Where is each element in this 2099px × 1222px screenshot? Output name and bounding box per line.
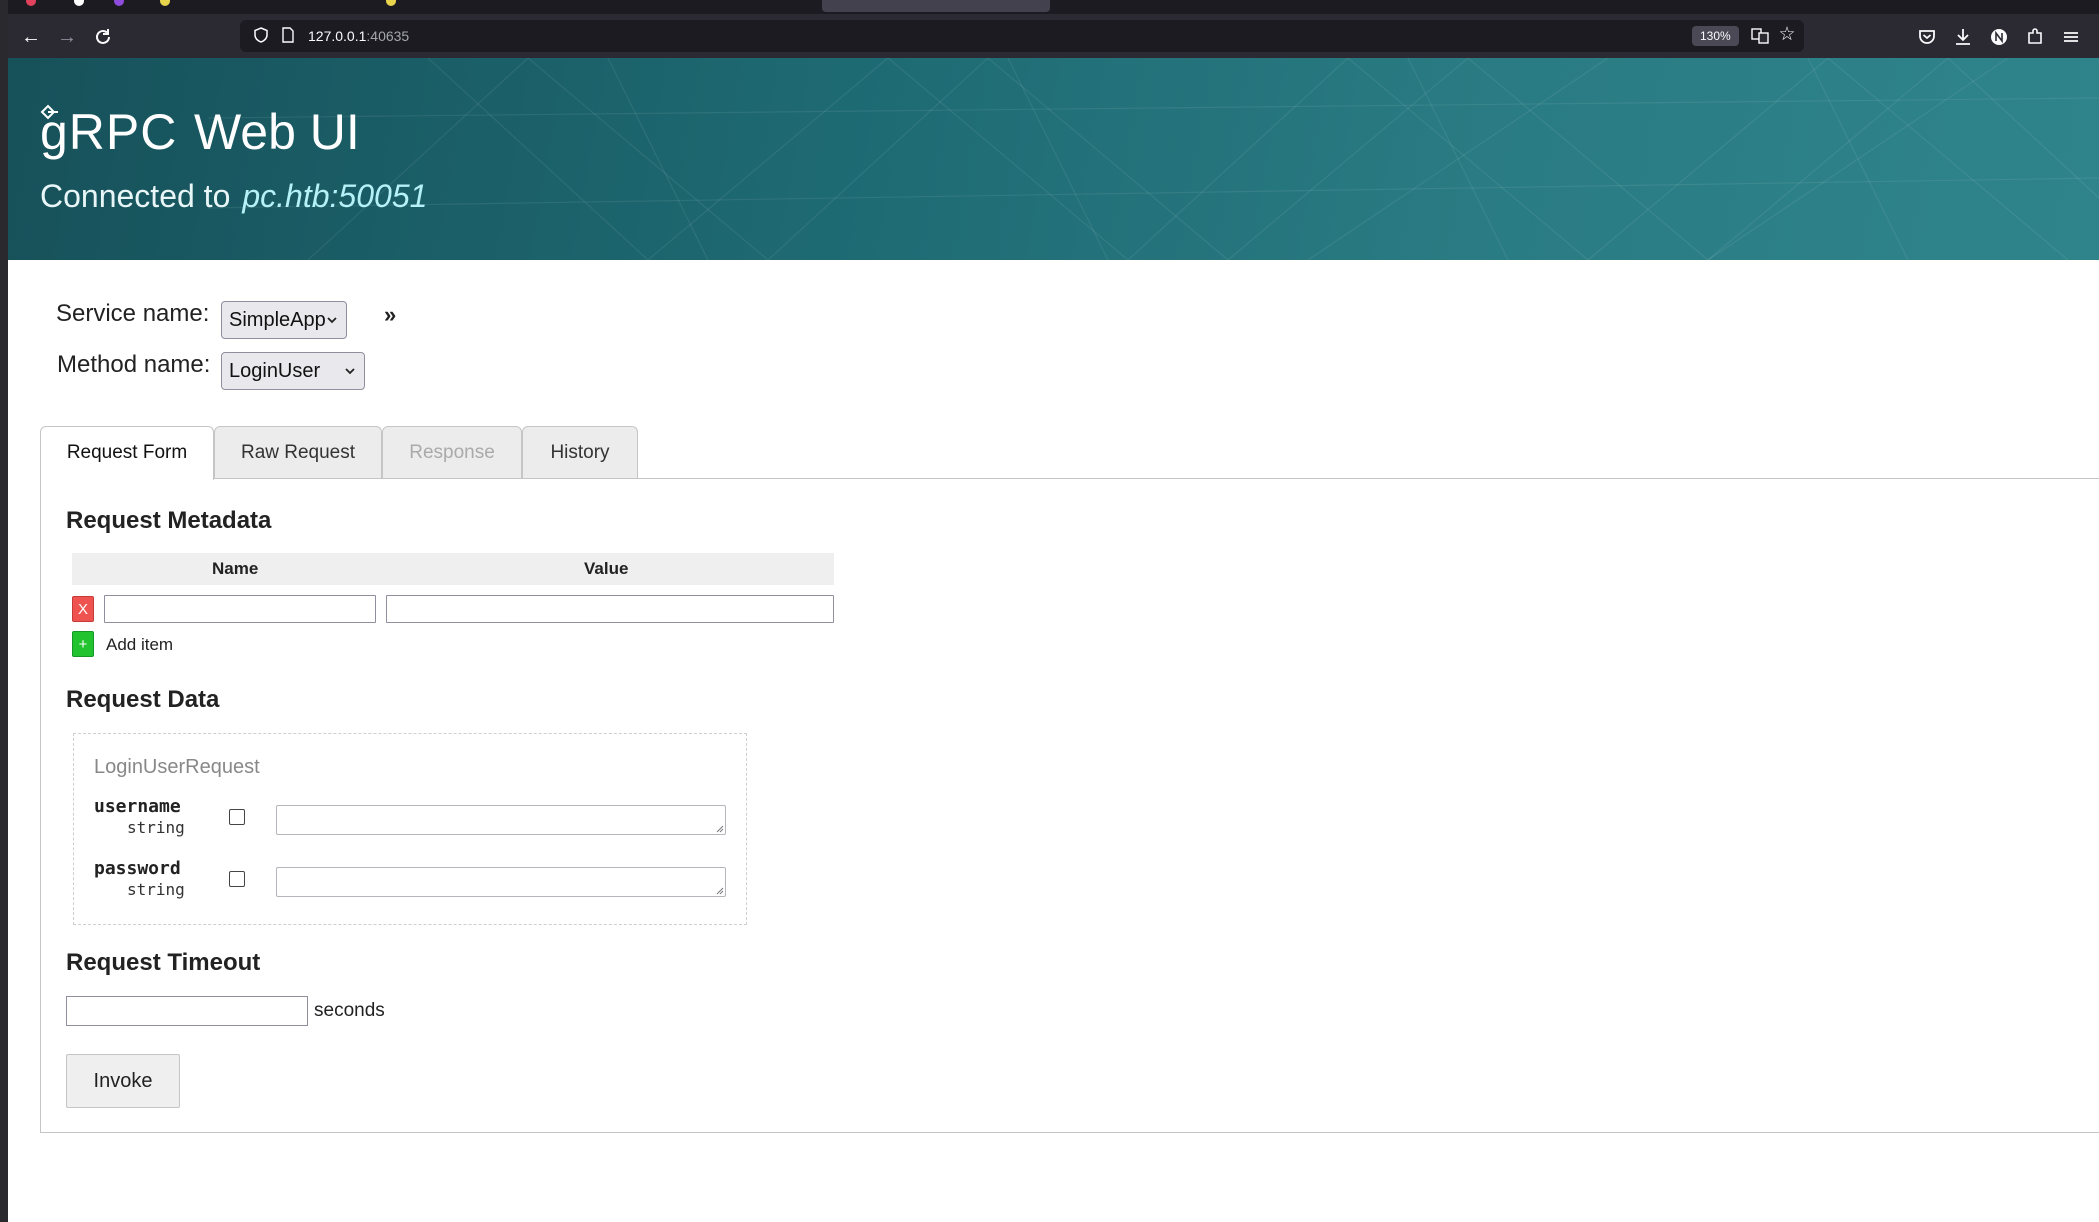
password-textarea[interactable] xyxy=(276,867,726,897)
browser-tab-strip xyxy=(8,0,2099,14)
connected-prefix: Connected to xyxy=(40,178,231,214)
url-port: :40635 xyxy=(366,28,410,44)
add-item-label[interactable]: Add item xyxy=(106,632,173,658)
resize-grip-icon[interactable] xyxy=(715,824,724,833)
back-arrow-icon[interactable]: ← xyxy=(18,24,44,50)
page-icon xyxy=(282,27,294,43)
timeout-input[interactable] xyxy=(66,996,308,1026)
tab-response[interactable]: Response xyxy=(382,426,522,478)
bookmark-star-icon[interactable]: ☆ xyxy=(1777,25,1797,45)
reload-icon[interactable] xyxy=(90,24,116,50)
invoke-button[interactable]: Invoke xyxy=(66,1054,180,1108)
metadata-table-header: Name Value xyxy=(72,553,834,585)
method-name-label: Method name: xyxy=(57,351,211,378)
remove-metadata-button[interactable]: X xyxy=(72,596,94,622)
expand-toggle[interactable]: » xyxy=(384,302,396,328)
field-username-type: string xyxy=(127,818,185,837)
username-textarea[interactable] xyxy=(276,805,726,835)
tab-request-form[interactable]: Request Form xyxy=(40,426,214,480)
service-name-label: Service name: xyxy=(56,300,210,327)
field-password-type: string xyxy=(127,880,185,899)
message-type-label: LoginUserRequest xyxy=(94,756,260,778)
menu-icon[interactable] xyxy=(2058,24,2084,50)
tab-history[interactable]: History xyxy=(522,426,638,478)
browser-tab-dot xyxy=(26,0,36,6)
request-metadata-heading: Request Metadata xyxy=(66,507,272,534)
username-checkbox[interactable] xyxy=(229,809,245,825)
method-name-select[interactable]: LoginUser xyxy=(221,352,365,390)
account-avatar-icon[interactable] xyxy=(1986,24,2012,50)
timeout-unit-label: seconds xyxy=(314,1000,385,1021)
browser-tab-dot xyxy=(160,0,170,6)
translate-icon[interactable] xyxy=(1750,26,1770,46)
web-page: gRPC Web UI Connected to pc.htb:50051 Ser… xyxy=(8,58,2099,1222)
connection-status: Connected to pc.htb:50051 xyxy=(40,174,427,218)
field-username-name: username xyxy=(94,796,181,817)
chevron-down-icon xyxy=(345,368,355,375)
connected-host: pc.htb:50051 xyxy=(242,178,428,214)
password-checkbox[interactable] xyxy=(229,871,245,887)
page-header: gRPC Web UI Connected to pc.htb:50051 xyxy=(8,58,2099,260)
browser-toolbar: ← → 127.0.0.1:40635 130% ☆ xyxy=(8,14,2099,58)
method-name-value: LoginUser xyxy=(229,360,321,382)
field-password-name: password xyxy=(94,858,181,879)
url-host: 127.0.0.1 xyxy=(308,28,367,44)
chevron-down-icon xyxy=(327,317,337,324)
extensions-icon[interactable] xyxy=(2022,24,2048,50)
url-bar[interactable]: 127.0.0.1:40635 130% ☆ xyxy=(240,20,1804,52)
forward-arrow-icon[interactable]: → xyxy=(54,24,80,50)
request-data-heading: Request Data xyxy=(66,686,220,713)
browser-active-tab[interactable] xyxy=(822,0,1050,12)
shield-icon[interactable] xyxy=(254,27,268,43)
tab-raw-request[interactable]: Raw Request xyxy=(214,426,382,478)
service-name-value: SimpleApp xyxy=(229,309,326,331)
zoom-badge[interactable]: 130% xyxy=(1692,26,1739,46)
service-name-select[interactable]: SimpleApp xyxy=(221,301,347,339)
metadata-col-value: Value xyxy=(584,559,629,578)
page-title: Web UI xyxy=(194,104,360,160)
metadata-col-name: Name xyxy=(212,559,259,578)
pocket-icon[interactable] xyxy=(1914,24,1940,50)
metadata-value-input[interactable] xyxy=(386,595,834,623)
metadata-name-input[interactable] xyxy=(104,595,376,623)
url-text[interactable]: 127.0.0.1:40635 xyxy=(308,20,409,52)
desktop-edge xyxy=(0,0,8,1222)
resize-grip-icon[interactable] xyxy=(715,886,724,895)
download-icon[interactable] xyxy=(1950,24,1976,50)
grpc-logo-text: gRPC xyxy=(40,104,178,160)
browser-tab-dot xyxy=(114,0,124,6)
request-timeout-heading: Request Timeout xyxy=(66,949,261,976)
browser-tab-dot xyxy=(74,0,84,6)
add-metadata-button[interactable]: + xyxy=(72,631,94,657)
browser-tab-dot xyxy=(386,0,396,6)
